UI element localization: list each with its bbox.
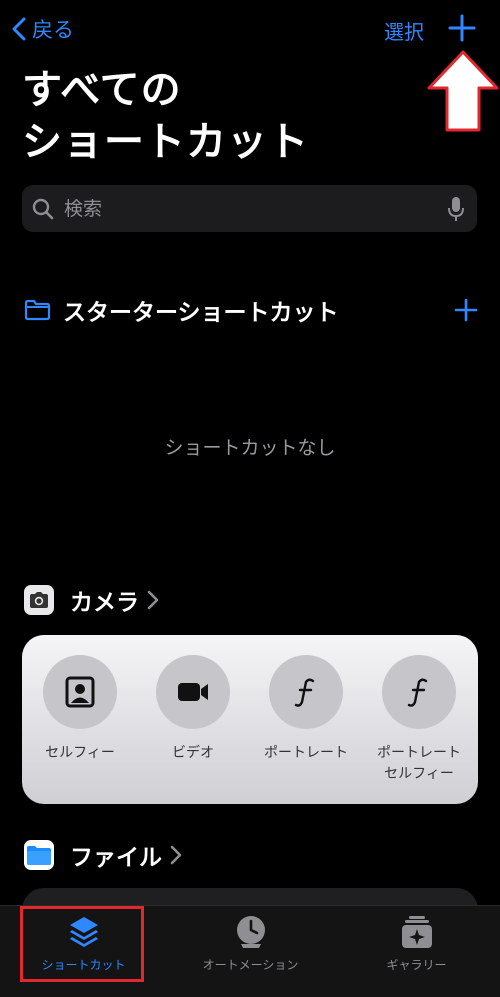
camera-app-icon [24,585,54,615]
shortcut-circle [156,655,230,729]
f-function-icon [294,678,315,707]
back-label: 戻る [32,18,74,42]
add-to-folder-button[interactable] [454,298,478,322]
shortcut-label: セルフィー [45,745,115,761]
gallery-sparkle-icon [401,916,432,948]
add-shortcut-button[interactable] [448,14,476,42]
tab-gallery[interactable]: ギャラリー [333,914,500,973]
camera-shortcut-portrait[interactable]: ポートレート [250,655,362,764]
search-icon [32,198,54,219]
select-button[interactable]: 選択 [384,16,424,45]
f-function-icon [407,678,428,707]
callout-highlight-box [20,906,144,982]
shortcut-circle [269,655,343,729]
camera-shortcut-video[interactable]: ビデオ [137,655,249,764]
starter-shortcuts-header[interactable]: スターターショートカット [24,293,478,327]
files-section-label: ファイル [70,845,162,871]
shortcut-label: ポートレート [264,745,348,761]
camera-section-header[interactable]: カメラ [24,583,159,617]
video-camera-icon [178,683,208,701]
portrait-icon [65,676,95,708]
back-button[interactable]: 戻る [10,14,74,44]
files-section-header[interactable]: ファイル [24,838,182,872]
shortcut-circle [43,655,117,729]
camera-section-label: カメラ [70,590,139,616]
search-input[interactable] [62,196,447,221]
tab-bar: ショートカット オートメーション ギャラリー [0,905,500,997]
folder-icon [24,299,51,321]
microphone-icon[interactable] [447,196,465,222]
tab-gallery-label: ギャラリー [386,958,447,972]
empty-state-text: ショートカットなし [164,437,336,459]
camera-shortcut-portrait-selfie[interactable]: ポートレート セルフィー [363,655,475,785]
tab-automation-label: オートメーション [202,958,299,972]
chevron-right-icon [170,845,182,865]
tab-automation[interactable]: オートメーション [167,914,334,973]
clock-check-icon [236,916,265,948]
chevron-left-icon [12,17,26,41]
callout-arrow-icon [427,50,499,132]
shortcut-label: ポートレート セルフィー [377,745,461,782]
camera-shortcut-selfie[interactable]: セルフィー [24,655,136,764]
starter-shortcuts-label: スターターショートカット [63,300,339,326]
page-title: すべての ショートカット [22,64,309,168]
shortcut-circle [382,655,456,729]
page-title-line1: すべての [22,67,182,113]
camera-shortcuts-card: セルフィー ビデオ ポートレート ポートレート セルフィー [22,635,478,804]
files-app-icon [24,840,54,870]
page-title-line2: ショートカット [22,119,309,165]
shortcut-label: ビデオ [172,745,214,761]
search-bar[interactable] [22,185,477,232]
chevron-right-icon [147,590,159,610]
